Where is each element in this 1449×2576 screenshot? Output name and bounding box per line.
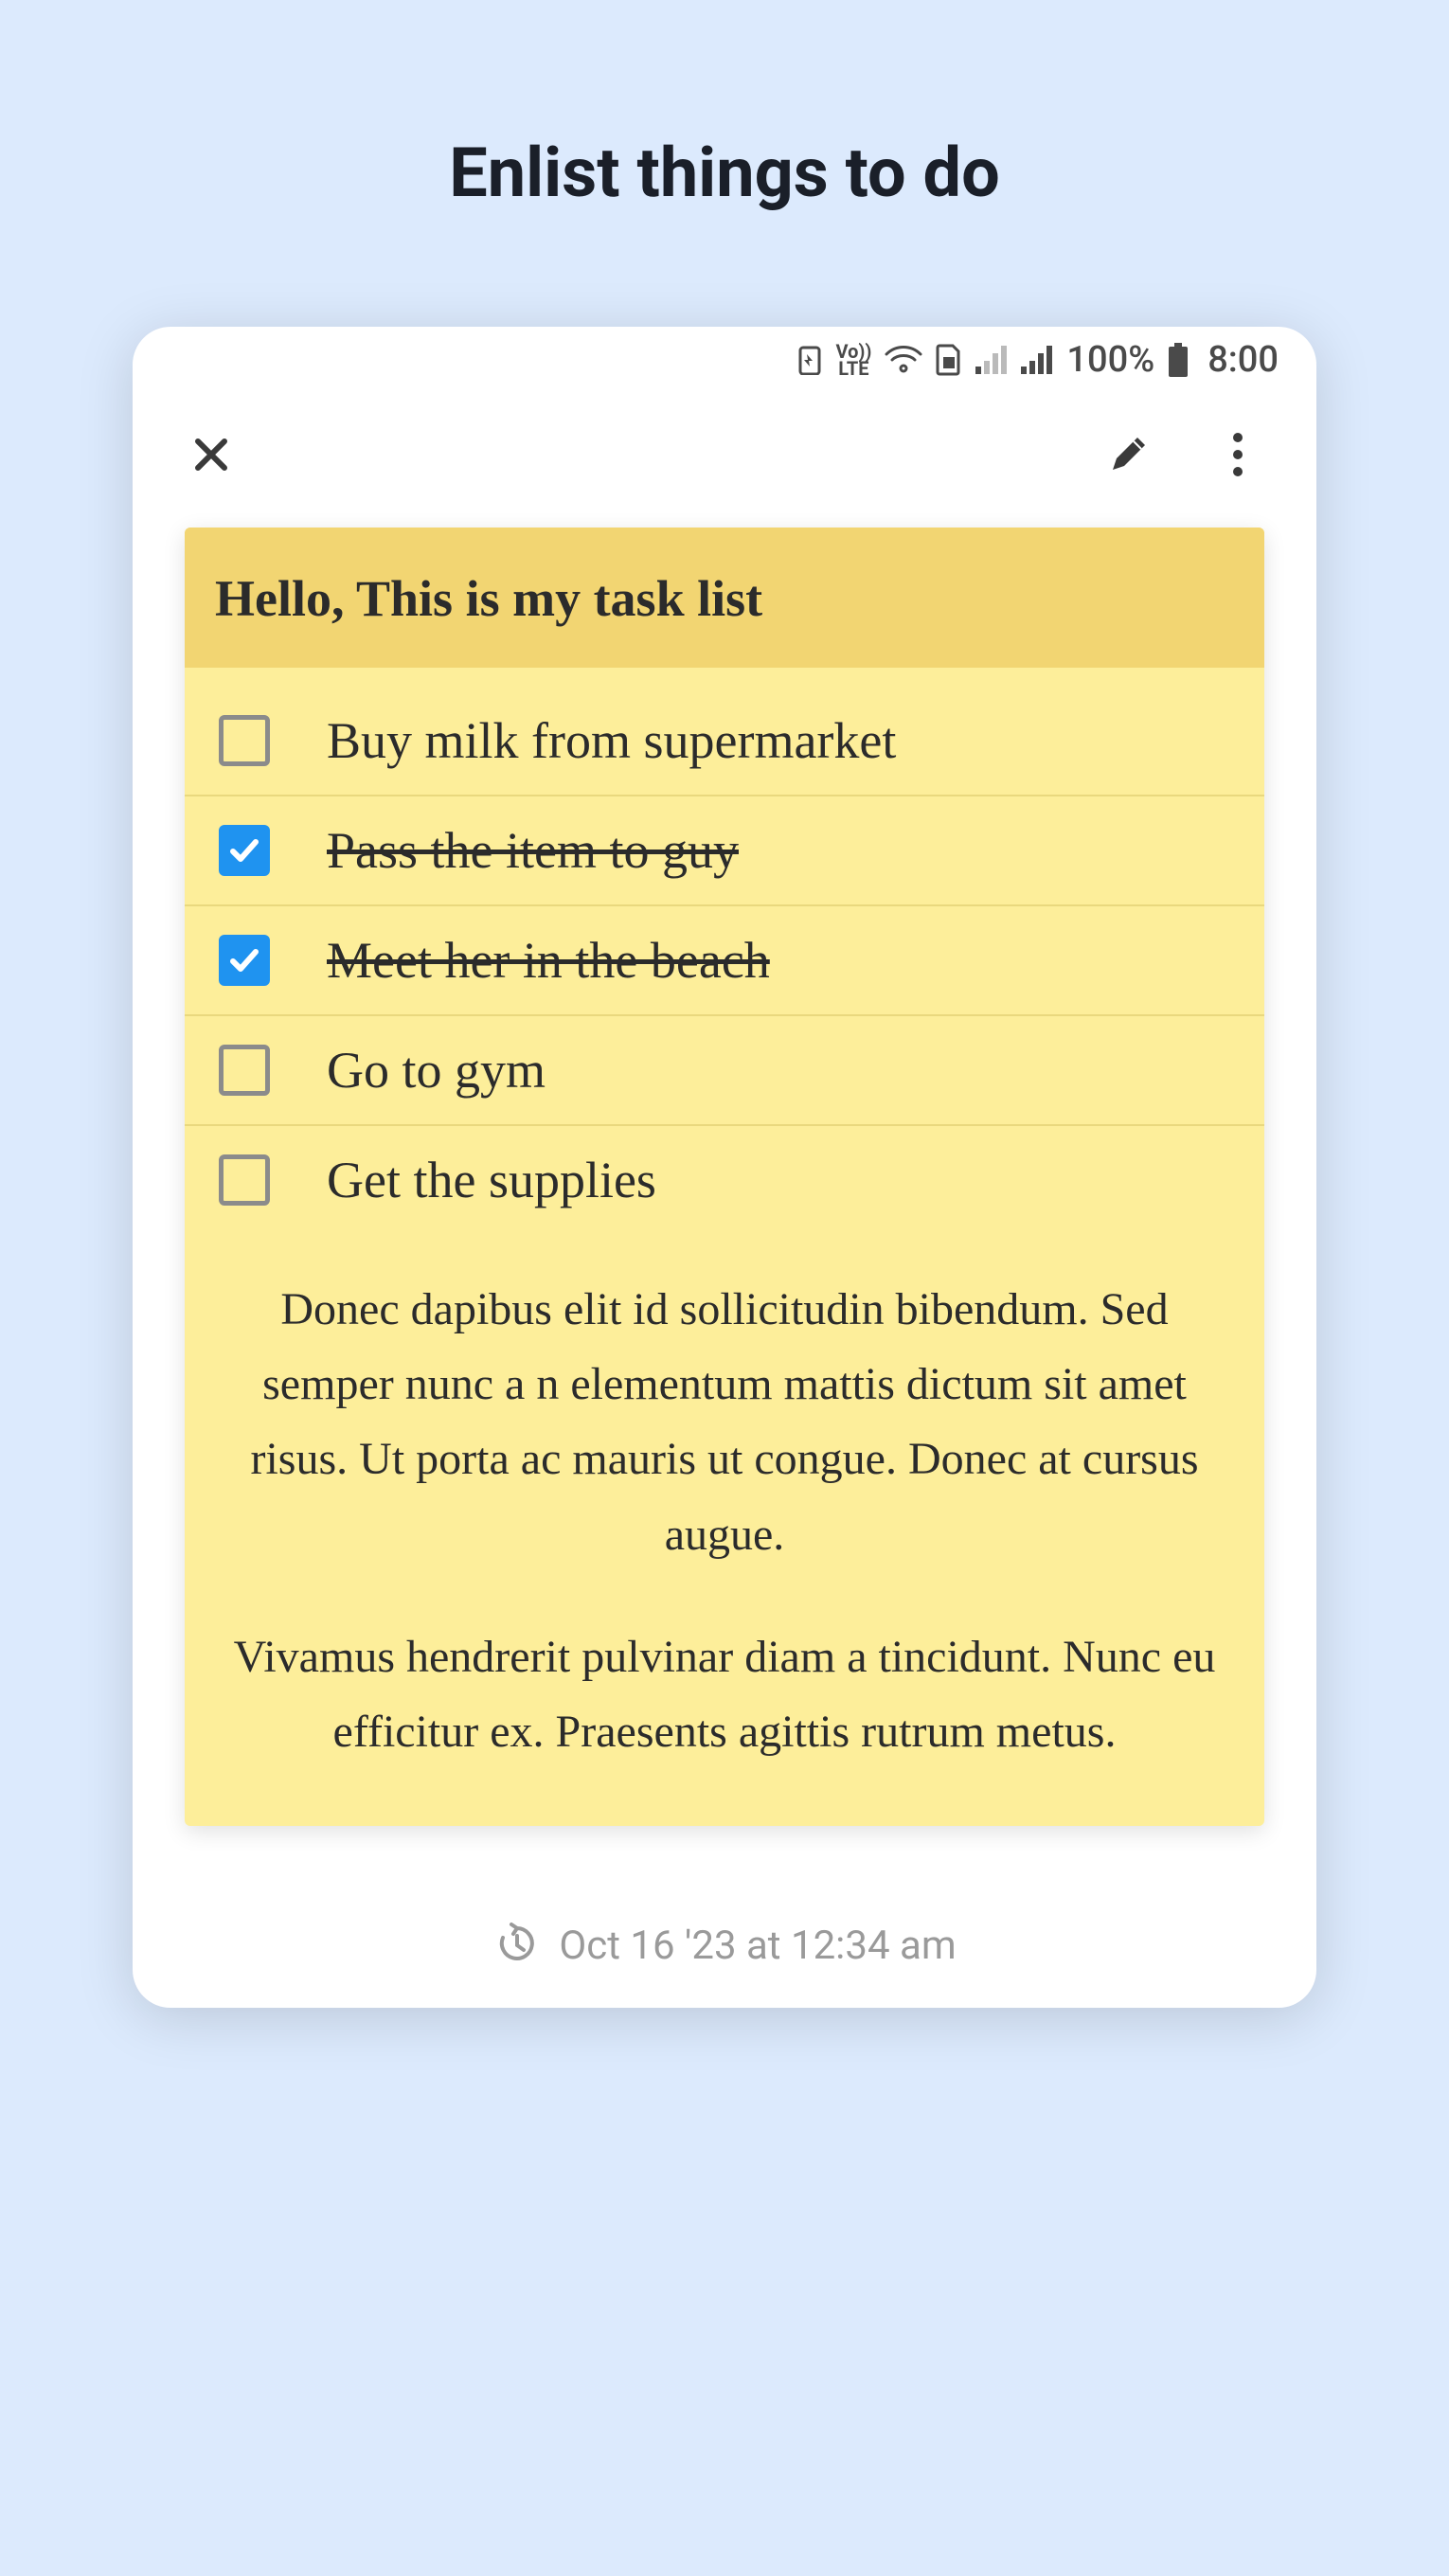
phone-frame: Vo))LTE 100% 8:00 Hello, T (133, 327, 1316, 2008)
task-checkbox[interactable] (219, 935, 270, 986)
status-bar: Vo))LTE 100% 8:00 (133, 327, 1316, 393)
history-icon (492, 1921, 538, 1970)
app-bar (133, 393, 1316, 516)
signal-1-icon (975, 346, 1008, 374)
task-checkbox[interactable] (219, 1045, 270, 1096)
battery-icon (1168, 343, 1189, 377)
task-list: Buy milk from supermarket Pass the item … (185, 668, 1264, 1234)
task-label: Pass the item to guy (327, 825, 739, 876)
clock-time: 8:00 (1208, 339, 1279, 381)
note-title: Hello, This is my task list (215, 569, 1234, 628)
more-icon[interactable] (1211, 428, 1264, 481)
timestamp-row: Oct 16 '23 at 12:34 am (133, 1826, 1316, 2008)
task-row: Get the supplies (185, 1126, 1264, 1234)
note-paragraph: Vivamus hendrerit pulvinar diam a tincid… (223, 1619, 1226, 1769)
sim-icon (936, 344, 962, 376)
battery-percent: 100% (1066, 339, 1154, 381)
note-body: Donec dapibus elit id sollicitudin biben… (185, 1234, 1264, 1826)
page-title: Enlist things to do (449, 133, 999, 213)
volte-icon: Vo))LTE (835, 343, 871, 377)
task-label: Buy milk from supermarket (327, 715, 896, 766)
task-checkbox[interactable] (219, 1154, 270, 1206)
task-row: Go to gym (185, 1016, 1264, 1126)
task-row: Meet her in the beach (185, 906, 1264, 1016)
wifi-icon (885, 345, 922, 375)
task-row: Buy milk from supermarket (185, 687, 1264, 796)
close-icon[interactable] (185, 428, 238, 481)
timestamp-text: Oct 16 '23 at 12:34 am (559, 1923, 956, 1969)
edit-icon[interactable] (1101, 428, 1154, 481)
task-checkbox[interactable] (219, 825, 270, 876)
note-card: Hello, This is my task list Buy milk fro… (185, 528, 1264, 1826)
task-label: Meet her in the beach (327, 935, 770, 986)
task-row: Pass the item to guy (185, 796, 1264, 906)
signal-2-icon (1021, 346, 1053, 374)
battery-saver-icon (797, 345, 822, 375)
task-label: Get the supplies (327, 1154, 656, 1206)
note-header: Hello, This is my task list (185, 528, 1264, 668)
task-checkbox[interactable] (219, 715, 270, 766)
note-paragraph: Donec dapibus elit id sollicitudin biben… (223, 1272, 1226, 1572)
task-label: Go to gym (327, 1045, 546, 1096)
